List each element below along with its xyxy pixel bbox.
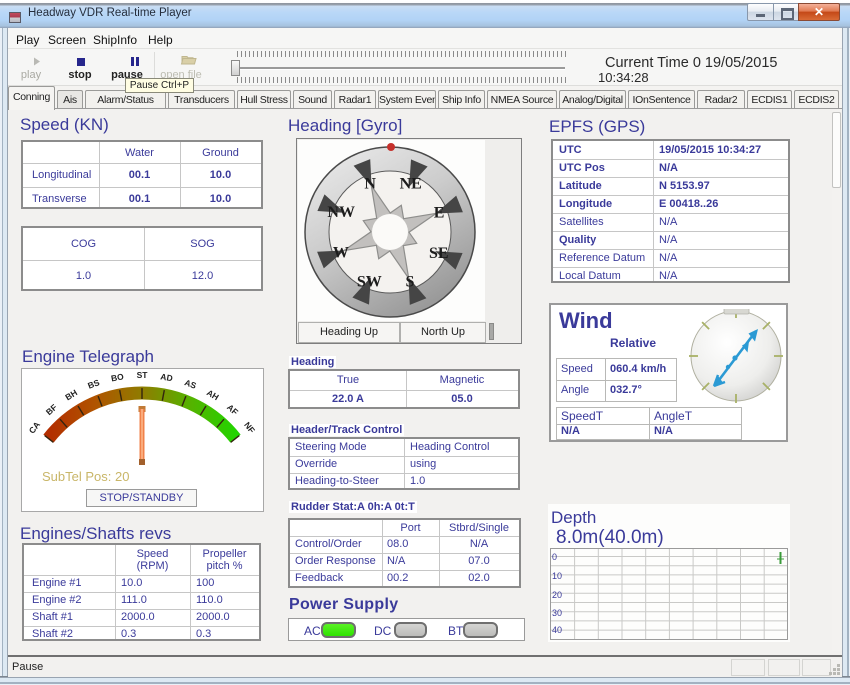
svg-text:S: S <box>405 274 414 291</box>
svg-text:NW: NW <box>327 204 355 221</box>
svg-text:10: 10 <box>552 571 562 581</box>
svg-text:AD: AD <box>160 371 174 383</box>
svg-text:AH: AH <box>205 387 221 402</box>
svg-text:AS: AS <box>183 377 198 391</box>
svg-text:AF: AF <box>225 402 240 417</box>
svg-text:BH: BH <box>63 387 79 402</box>
svg-text:NF: NF <box>242 420 257 435</box>
svg-text:CA: CA <box>27 420 42 436</box>
svg-text:40: 40 <box>552 625 562 635</box>
svg-text:E: E <box>434 205 445 222</box>
svg-text:30: 30 <box>552 608 562 618</box>
svg-text:BF: BF <box>44 402 59 417</box>
svg-text:SE: SE <box>429 245 449 262</box>
svg-text:ST: ST <box>137 370 149 380</box>
svg-text:20: 20 <box>552 590 562 600</box>
svg-text:SW: SW <box>357 273 382 290</box>
svg-text:BS: BS <box>86 377 101 391</box>
svg-text:NE: NE <box>400 176 422 193</box>
svg-text:BO: BO <box>110 371 125 383</box>
svg-text:0: 0 <box>552 552 557 562</box>
svg-text:W: W <box>333 244 349 261</box>
svg-text:N: N <box>364 175 376 192</box>
